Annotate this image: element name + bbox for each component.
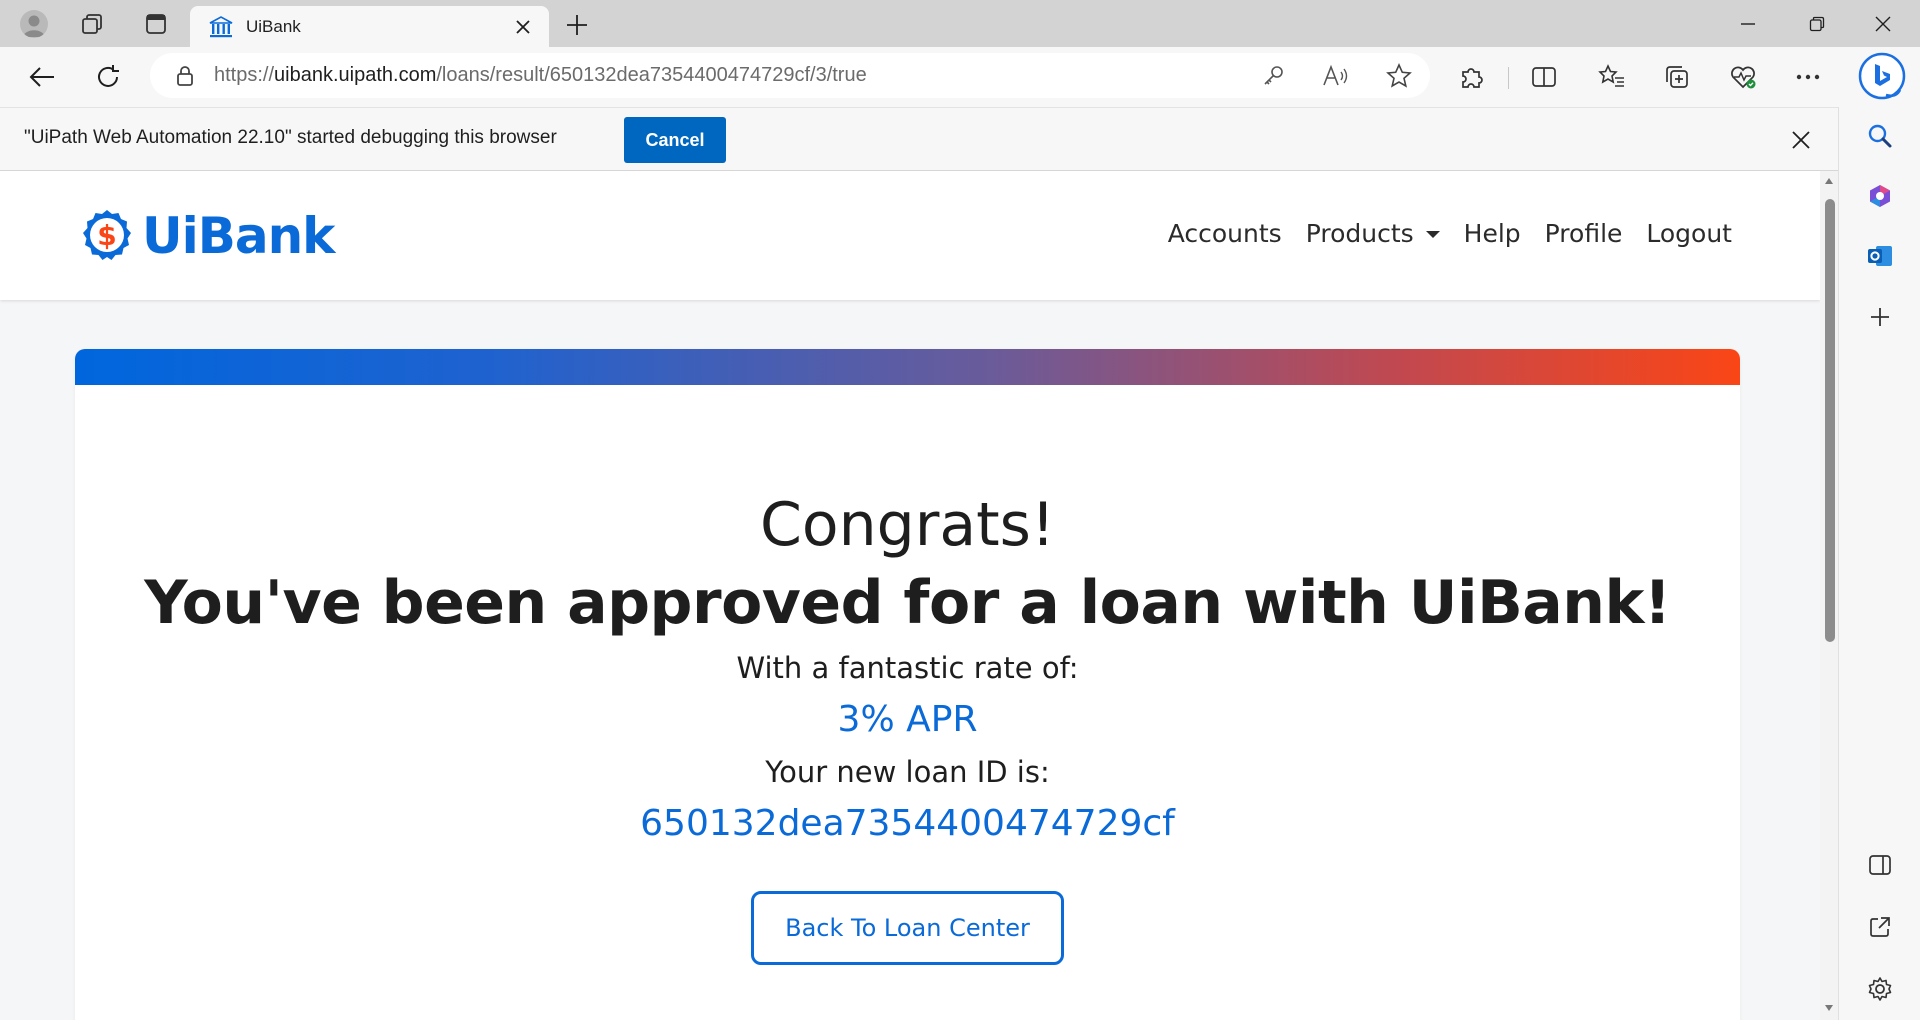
favorite-star-icon[interactable]	[1386, 62, 1412, 89]
approved-heading: You've been approved for a loan with UiB…	[144, 568, 1671, 638]
browser-toolbar: https://uibank.uipath.com/loans/result/6…	[0, 47, 1920, 107]
sidebar-panel-icon	[1869, 855, 1891, 875]
back-button[interactable]	[22, 57, 62, 97]
refresh-button[interactable]	[88, 57, 128, 97]
profile-avatar-icon	[20, 9, 48, 38]
page-scrollbar[interactable]	[1820, 171, 1838, 1020]
uibank-logo[interactable]: $ UiBank	[78, 207, 335, 265]
url-prefix: https://	[214, 64, 275, 86]
close-icon	[1875, 16, 1891, 31]
workspaces-button[interactable]	[64, 0, 120, 47]
debugging-infobar: "UiPath Web Automation 22.10" started de…	[0, 107, 1838, 171]
address-bar[interactable]: https://uibank.uipath.com/loans/result/6…	[150, 53, 1430, 98]
sidebar-search-button[interactable]	[1860, 116, 1900, 156]
tab-title: UiBank	[246, 16, 301, 36]
bing-copilot-button[interactable]	[1856, 50, 1908, 102]
card-gradient-strip	[75, 349, 1740, 385]
nav-products-dropdown[interactable]: Products	[1306, 219, 1440, 248]
scroll-up-arrow-icon[interactable]	[1824, 177, 1834, 185]
favorites-button[interactable]	[1592, 57, 1632, 97]
toolbar-divider	[1508, 67, 1509, 89]
read-aloud-icon[interactable]	[1322, 64, 1350, 88]
loan-result-card: Congrats! You've been approved for a loa…	[75, 349, 1740, 1020]
vertical-tabs-icon	[146, 13, 166, 34]
puzzle-icon	[1462, 68, 1483, 88]
lock-icon[interactable]	[176, 65, 194, 87]
profile-button[interactable]	[6, 0, 62, 47]
scroll-down-arrow-icon[interactable]	[1824, 1004, 1834, 1012]
gear-icon	[1868, 977, 1892, 1001]
scrollbar-thumb[interactable]	[1825, 199, 1835, 642]
refresh-icon	[98, 65, 119, 87]
infobar-close-button[interactable]	[1785, 124, 1817, 156]
sidebar-office-button[interactable]	[1860, 176, 1900, 216]
split-screen-icon	[1532, 67, 1556, 87]
tab-actions-button[interactable]	[128, 0, 184, 47]
plus-icon	[1871, 308, 1889, 326]
outlook-icon	[1868, 246, 1892, 266]
tab-close-button[interactable]	[511, 15, 535, 39]
minimize-icon	[1741, 22, 1755, 25]
browser-tab-active[interactable]: UiBank	[190, 6, 549, 47]
site-menu: Accounts Products Help Profile Logout	[1168, 219, 1732, 248]
workspaces-icon	[82, 13, 102, 34]
browser-title-bar: UiBank	[0, 0, 1920, 47]
close-icon	[516, 19, 530, 34]
sidebar-hide-button[interactable]	[1860, 845, 1900, 885]
site-navbar: $ UiBank Accounts Products Help Profile …	[0, 171, 1820, 300]
bing-icon	[1858, 52, 1906, 100]
sidebar-outlook-button[interactable]	[1860, 236, 1900, 276]
congrats-heading: Congrats!	[760, 490, 1055, 560]
svg-text:$: $	[97, 219, 116, 252]
favorites-list-icon	[1598, 64, 1624, 87]
office-icon	[1870, 185, 1890, 207]
back-to-loan-center-button[interactable]: Back To Loan Center	[751, 891, 1064, 965]
dollar-badge-icon: $	[83, 210, 131, 260]
restore-button[interactable]	[1785, 0, 1849, 47]
nav-products-label: Products	[1305, 219, 1414, 248]
sidebar-open-external-button[interactable]	[1860, 907, 1900, 947]
sidebar-settings-button[interactable]	[1860, 969, 1900, 1009]
edge-sidebar	[1838, 107, 1920, 1020]
infobar-cancel-button[interactable]: Cancel	[624, 117, 726, 163]
page-viewport: $ UiBank Accounts Products Help Profile …	[0, 171, 1820, 1020]
search-icon	[1868, 124, 1892, 148]
plus-icon	[567, 15, 587, 35]
heart-pulse-icon	[1731, 66, 1756, 89]
loan-id-value: 650132dea7354400474729cf	[640, 803, 1175, 844]
arrow-left-icon	[29, 67, 54, 87]
url-host: uibank.uipath.com	[274, 64, 437, 86]
settings-more-button[interactable]	[1788, 57, 1828, 97]
bank-favicon-icon	[209, 15, 233, 37]
collections-icon	[1666, 66, 1688, 88]
minimize-button[interactable]	[1716, 0, 1780, 47]
nav-profile-link[interactable]: Profile	[1545, 219, 1623, 248]
nav-help-link[interactable]: Help	[1464, 219, 1521, 248]
key-icon[interactable]	[1262, 64, 1286, 88]
external-link-icon	[1870, 917, 1890, 937]
new-tab-button[interactable]	[560, 8, 594, 42]
more-dots-icon	[1796, 74, 1820, 80]
extensions-button[interactable]	[1452, 57, 1492, 97]
card-body: Congrats! You've been approved for a loa…	[75, 489, 1740, 965]
restore-icon	[1809, 16, 1825, 31]
close-icon	[1792, 131, 1810, 149]
split-screen-button[interactable]	[1524, 57, 1564, 97]
collections-button[interactable]	[1657, 57, 1697, 97]
nav-accounts-link[interactable]: Accounts	[1168, 219, 1282, 248]
browser-essentials-button[interactable]	[1723, 57, 1763, 97]
nav-logout-link[interactable]: Logout	[1646, 219, 1732, 248]
sidebar-add-button[interactable]	[1860, 297, 1900, 337]
infobar-message: "UiPath Web Automation 22.10" started de…	[24, 127, 557, 148]
logo-text: UiBank	[142, 207, 335, 265]
window-close-button[interactable]	[1851, 0, 1915, 47]
loan-id-label: Your new loan ID is:	[765, 755, 1050, 789]
caret-down-icon	[1425, 231, 1440, 238]
url-path: /loans/result/650132dea7354400474729cf/3…	[436, 64, 867, 86]
url-text[interactable]: https://uibank.uipath.com/loans/result/6…	[214, 64, 867, 87]
rate-label: With a fantastic rate of:	[736, 651, 1079, 685]
rate-value: 3% APR	[837, 699, 978, 740]
